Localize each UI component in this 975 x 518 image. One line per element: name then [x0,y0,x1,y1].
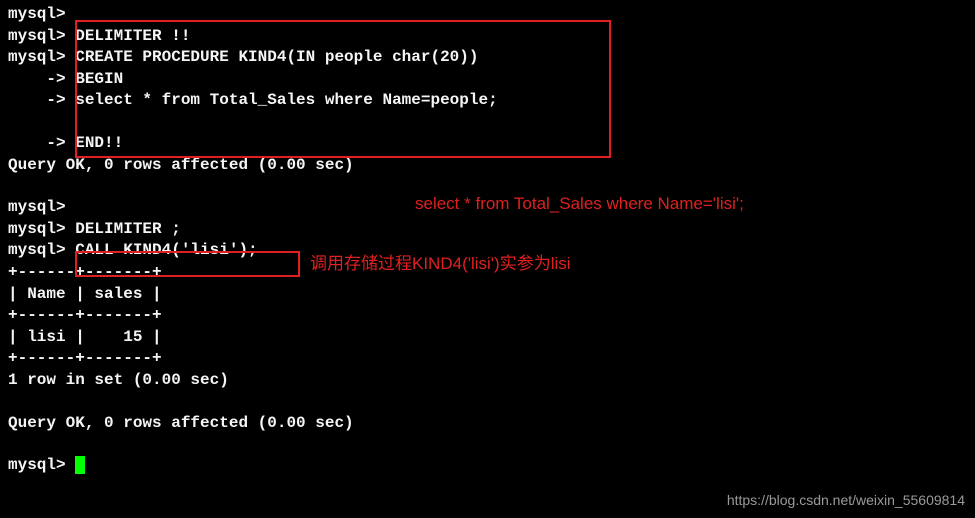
terminal-prompt-cursor-line[interactable]: mysql> [8,455,967,477]
terminal-prompt-text: mysql> [8,456,75,474]
terminal-table-header: | Name | sales | [8,284,967,306]
terminal-table-row: | lisi | 15 | [8,327,967,349]
terminal-line-prompt: mysql> [8,4,967,26]
annotation-call-explanation: 调用存储过程KIND4('lisi')实参为lisi [310,253,571,276]
terminal-line-delimiter-end: mysql> DELIMITER ; [8,219,967,241]
terminal-line-select: -> select * from Total_Sales where Name=… [8,90,967,112]
terminal-blank-line [8,112,967,133]
cursor-icon [75,456,85,474]
terminal-line-query-ok-2: Query OK, 0 rows affected (0.00 sec) [8,413,967,435]
watermark-text: https://blog.csdn.net/weixin_55609814 [727,491,965,510]
terminal-line-delimiter-start: mysql> DELIMITER !! [8,26,967,48]
terminal-line-end: -> END!! [8,133,967,155]
terminal-blank-line [8,434,967,455]
terminal-line-query-ok-1: Query OK, 0 rows affected (0.00 sec) [8,155,967,177]
terminal-table-border-mid: +------+-------+ [8,305,967,327]
terminal-table-border-bottom: +------+-------+ [8,348,967,370]
terminal-blank-line [8,392,967,413]
annotation-select-explanation: select * from Total_Sales where Name='li… [415,193,744,216]
terminal-line-begin: -> BEGIN [8,69,967,91]
terminal-line-rowcount: 1 row in set (0.00 sec) [8,370,967,392]
terminal-line-create-procedure: mysql> CREATE PROCEDURE KIND4(IN people … [8,47,967,69]
